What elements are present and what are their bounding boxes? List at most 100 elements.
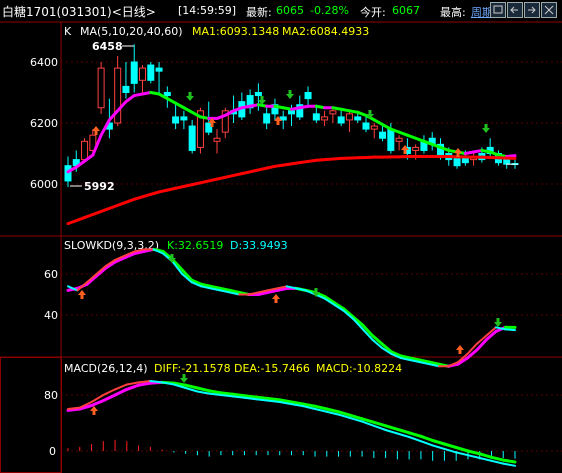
k-panel-label: K [64, 25, 72, 38]
candle-body [155, 67, 163, 72]
buy-signal-arrow [78, 290, 86, 299]
macd-diff-line [502, 462, 516, 467]
kd-k-legend: K:32.6519 [167, 239, 223, 252]
macd-diff-line [67, 406, 81, 410]
macd-diff-line [478, 457, 493, 462]
kd-d-line [475, 338, 488, 352]
macd-dea-line [419, 434, 435, 442]
candle-body [304, 92, 312, 100]
candle-body [370, 125, 378, 130]
macd-dea-line [195, 386, 211, 393]
macd-legend: MACD(26,12,4) [64, 362, 148, 375]
kline-chart[interactable]: K MA(5,10,20,40,60) MA1:6093.1348 MA2:60… [0, 0, 562, 473]
candle-body [172, 116, 180, 124]
macd-dea-line [407, 431, 423, 438]
price-tick: 6000 [30, 178, 58, 191]
sell-signal-arrow [482, 124, 490, 133]
candle-body [147, 64, 155, 81]
macd-dea-line [442, 442, 458, 449]
low-annotation: 5992 [84, 180, 115, 193]
sell-signal-arrow [180, 374, 188, 383]
sell-signal-arrow [286, 90, 294, 99]
macd-value-legend: MACD:-10.8224 [316, 362, 402, 375]
kd-tick: 60 [44, 268, 58, 281]
candle-body [130, 61, 138, 84]
price-tick: 6400 [30, 56, 58, 69]
price-tick: 6200 [30, 117, 58, 130]
kd-k-line [504, 328, 516, 332]
candle-body [254, 92, 262, 97]
buy-signal-arrow [90, 406, 98, 415]
macd-dea-line [125, 383, 141, 391]
candle-body [329, 110, 337, 115]
macd-dea-line [489, 455, 505, 462]
macd-dea-line [372, 420, 388, 428]
candle-body [362, 122, 370, 130]
candle-body [345, 113, 353, 121]
candle-body [337, 116, 345, 124]
ma1-legend: MA1:6093.1348 [192, 25, 279, 38]
candle-body [279, 116, 287, 121]
candle-body [288, 110, 295, 115]
macd-diff-line [231, 395, 246, 399]
macd-diff-line [149, 380, 164, 384]
macd-dea-line [137, 381, 152, 387]
macd-dea-line [431, 439, 446, 446]
macd-diff-line [384, 429, 399, 435]
candle-body [387, 128, 395, 151]
candle-body [122, 85, 130, 94]
sell-signal-arrow [494, 318, 502, 327]
macd-dea-line [231, 392, 246, 398]
macd-diff-line [455, 451, 469, 457]
macd-diff-line [125, 381, 140, 386]
candle-body [139, 67, 146, 81]
candle-body [64, 165, 72, 182]
macd-dea-line [501, 458, 517, 464]
macd-diff-line [419, 440, 434, 447]
candle-body [312, 113, 320, 121]
macd-dea-line [207, 389, 223, 395]
candle-body [188, 125, 196, 151]
candle-body [379, 131, 387, 139]
macd-diff-line [396, 432, 411, 438]
candle-body [354, 116, 362, 121]
macd-diff-line [466, 454, 481, 459]
macd-diff-line [431, 444, 446, 450]
candle-body [213, 137, 221, 142]
macd-dea-line [454, 446, 470, 453]
candle-body [263, 113, 271, 124]
macd-dea-line [242, 394, 258, 399]
candle-body [321, 116, 329, 121]
sell-signal-arrow [186, 92, 194, 101]
macd-diff-line [137, 380, 152, 384]
macd-dea-line [254, 395, 270, 400]
macd-diff-line [208, 392, 222, 396]
kd-d-legend: D:33.9493 [230, 239, 288, 252]
macd-dea-legend: DEA:-15.7466 [234, 362, 310, 375]
macd-diff-line [102, 388, 117, 396]
macd-diff-line [255, 398, 269, 402]
candle-body [163, 92, 171, 97]
candle-body [81, 140, 89, 161]
ma1-line [505, 154, 517, 159]
macd-tick: 80 [44, 389, 58, 402]
macd-dea-line [395, 427, 411, 435]
ma2-legend: MA2:6084.4933 [282, 25, 369, 38]
macd-dea-line [101, 393, 117, 403]
macd-diff-line [219, 394, 234, 398]
macd-diff-line [408, 436, 422, 443]
candle-body [412, 146, 420, 151]
kd-tick: 40 [44, 309, 58, 322]
macd-dea-line [266, 397, 282, 402]
macd-dea-line [384, 424, 399, 431]
macd-tick: 0 [49, 445, 56, 458]
macd-diff-legend: DIFF:-21.1578 [154, 362, 231, 375]
macd-dea-line [219, 391, 235, 396]
macd-diff-line [243, 396, 258, 401]
buy-signal-arrow [272, 294, 280, 303]
macd-diff-line [266, 399, 281, 403]
ma-legend: MA(5,10,20,40,60) [80, 25, 183, 38]
macd-dea-line [478, 452, 493, 459]
candle-body [180, 116, 188, 121]
macd-dea-line [113, 387, 129, 397]
